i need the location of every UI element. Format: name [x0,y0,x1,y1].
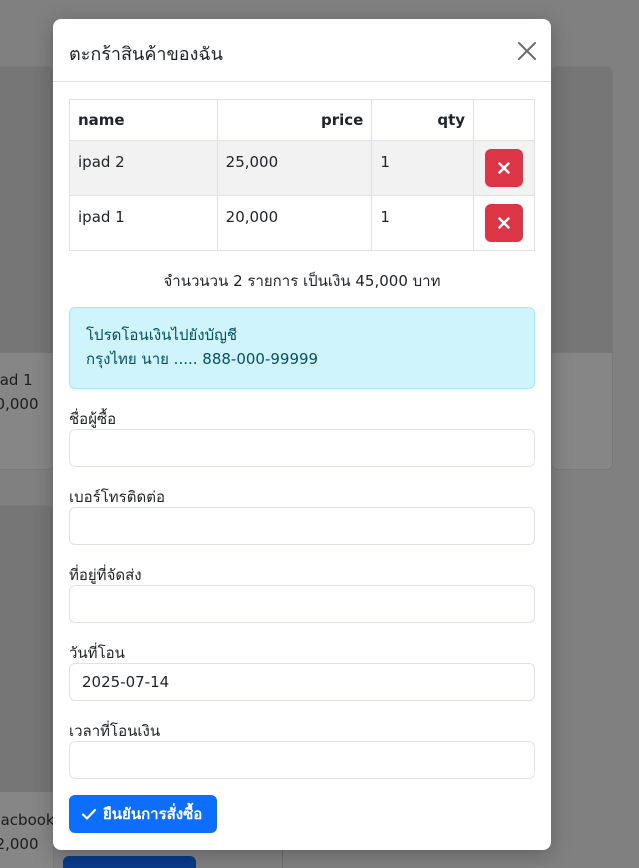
delete-item-button[interactable] [485,204,524,242]
transfer-time-input[interactable] [69,741,535,779]
cell-price: 25,000 [216,140,373,196]
product-name: ipad 1 [0,371,33,389]
table-row: ipad 1 20,000 1 [69,195,535,251]
cell-price: 20,000 [216,195,373,251]
phone-label: เบอร์โทรติดต่อ [69,488,165,506]
alert-line-2: กรุงไทย นาย ..... 888-000-99999 [86,350,319,368]
alert-line-1: โปรดโอนเงินไปยังบัญชี [86,326,238,344]
modal-title: ตะกร้าสินค้าของฉัน [69,44,223,65]
buyer-name-input[interactable] [69,429,535,467]
add-to-cart-button[interactable] [63,856,196,868]
cell-actions [473,140,535,196]
table-row: ipad 2 25,000 1 [69,140,535,196]
cell-name: ipad 2 [69,140,218,196]
transfer-time-label: เวลาที่โอนเงิน [69,722,161,740]
phone-input[interactable] [69,507,535,545]
product-price: 20,000 [0,395,39,413]
cart-summary: จำนวนวน 2 รายการ เป็นเงิน 45,000 บาท [163,272,441,290]
cart-table: name price qty ipad 2 25,000 1 ipad 1 20… [69,99,535,251]
modal-header: ตะกร้าสินค้าของฉัน [53,19,551,82]
column-header-name: name [69,99,218,141]
confirm-order-button[interactable]: ยืนยันการสั่งซื้อ [69,795,217,833]
product-name: macbook [0,811,55,829]
cell-qty: 1 [371,195,475,251]
close-icon [518,42,536,60]
close-button[interactable] [515,39,539,63]
divider [282,850,283,868]
cell-name: ipad 1 [69,195,218,251]
delete-item-button[interactable] [485,149,524,187]
table-header-row: name price qty [69,99,535,141]
payment-info-alert: โปรดโอนเงินไปยังบัญชี กรุงไทย นาย ..... … [69,307,535,389]
confirm-order-label: ยืนยันการสั่งซื้อ [103,805,203,823]
cell-qty: 1 [371,140,475,196]
column-header-price: price [216,99,373,141]
product-card [551,66,613,470]
check-icon [81,808,97,820]
transfer-date-label: วันที่โอน [69,644,125,662]
cart-modal: ตะกร้าสินค้าของฉัน name price qty ipad 2… [53,19,551,850]
x-icon [498,217,510,229]
transfer-date-input[interactable] [69,663,535,701]
x-icon [498,162,510,174]
buyer-name-label: ชื่อผู้ซื้อ [69,410,117,428]
address-label: ที่อยู่ที่จัดส่ง [69,566,142,584]
product-price: 32,000 [0,835,39,853]
column-header-qty: qty [371,99,475,141]
cell-actions [473,195,535,251]
address-input[interactable] [69,585,535,623]
column-header-actions [473,99,535,141]
